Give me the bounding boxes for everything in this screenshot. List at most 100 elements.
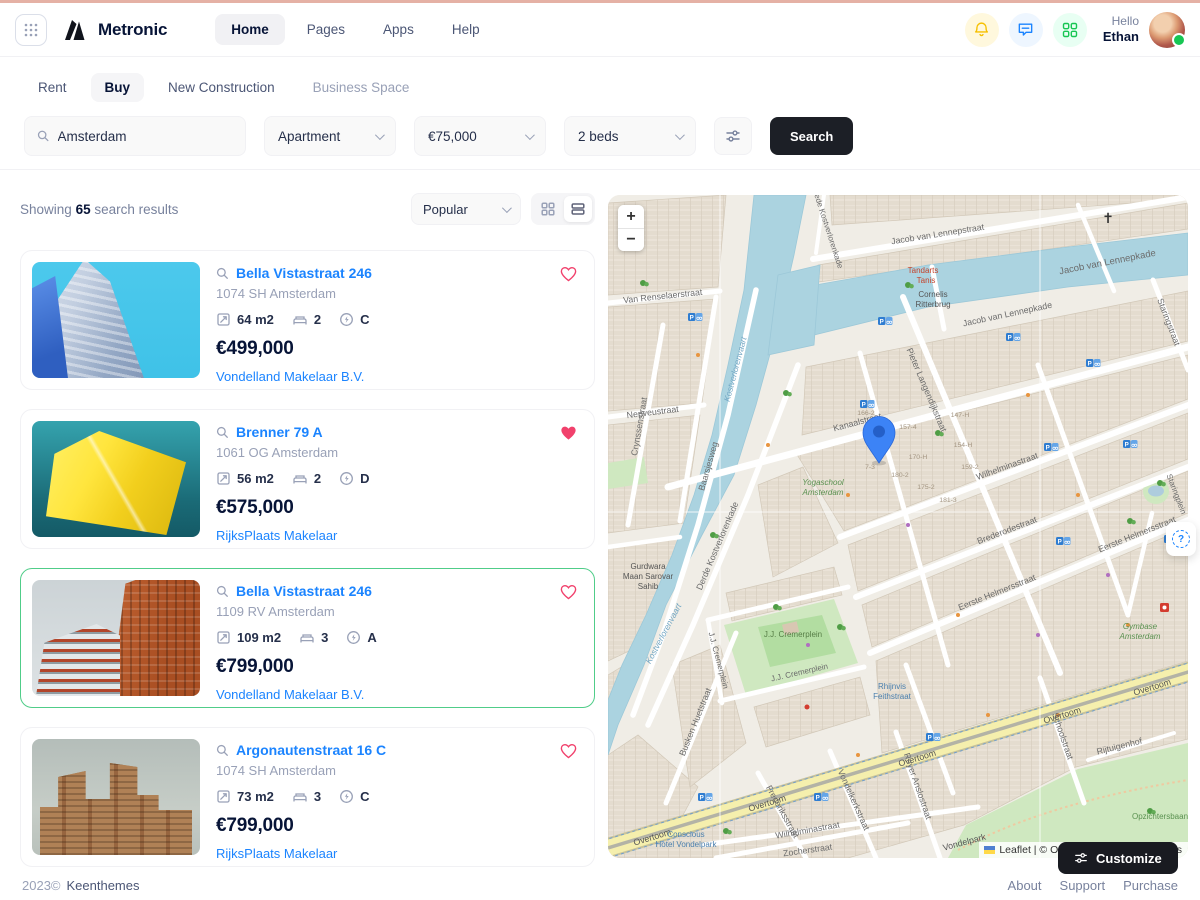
search-button[interactable]: Search [770, 117, 853, 155]
apps-grid-button[interactable] [15, 14, 47, 46]
favorite-button[interactable] [559, 583, 578, 606]
sliders-icon [1074, 851, 1088, 865]
property-card-body: Bella Vistastraat 246 1074 SH Amsterdam … [200, 262, 583, 378]
property-address: 1109 RV Amsterdam [216, 604, 583, 619]
heart-outline-icon [559, 583, 578, 601]
sort-value: Popular [423, 202, 468, 217]
property-title-link[interactable]: Bella Vistastraat 246 [236, 265, 372, 281]
footer-link-purchase[interactable]: Purchase [1123, 878, 1178, 893]
footer-company-link[interactable]: Keenthemes [67, 878, 140, 893]
footer-link-about[interactable]: About [1008, 878, 1042, 893]
area-value: 109 m2 [237, 630, 281, 645]
metronic-logo-icon [63, 18, 89, 42]
search-row: Apartment €75,000 2 beds Search [24, 116, 1176, 156]
property-address: 1074 SH Amsterdam [216, 286, 583, 301]
advanced-filters-button[interactable] [714, 117, 752, 155]
energy-meta: A [346, 630, 376, 645]
grid-view-button[interactable] [534, 196, 562, 222]
property-title-link[interactable]: Brenner 79 A [236, 424, 323, 440]
greeting: Hello Ethan [1103, 14, 1139, 45]
customize-button[interactable]: Customize [1058, 842, 1178, 874]
grid-view-icon [541, 202, 555, 216]
property-type-select[interactable]: Apartment [264, 116, 396, 156]
avatar[interactable] [1149, 12, 1185, 48]
property-card[interactable]: Brenner 79 A 1061 OG Amsterdam 56 m2 [20, 409, 595, 549]
agency-link[interactable]: Vondelland Makelaar B.V. [216, 369, 583, 384]
map-canvas: P [608, 195, 1188, 858]
filter-bar: Rent Buy New Construction Business Space… [0, 57, 1200, 170]
tab-buy[interactable]: Buy [91, 73, 145, 102]
zoom-out-button[interactable]: − [618, 228, 644, 251]
view-toggle [531, 193, 595, 225]
greeting-hello: Hello [1103, 14, 1139, 29]
property-photo[interactable] [32, 262, 200, 378]
beds-meta: 3 [299, 630, 328, 645]
nav-home[interactable]: Home [215, 14, 285, 45]
chevron-down-icon [675, 130, 685, 140]
house-number: 147-H [951, 412, 970, 419]
property-photo[interactable] [32, 739, 200, 855]
map-label: Maan Sarovar [623, 572, 674, 581]
footer: 2023© Keenthemes About Support Purchase [0, 872, 1200, 898]
beds-select[interactable]: 2 beds [564, 116, 696, 156]
house-number: 157-4 [899, 424, 917, 431]
price-select[interactable]: €75,000 [414, 116, 546, 156]
tab-business-space[interactable]: Business Space [299, 73, 424, 102]
showing-suffix: search results [94, 202, 178, 217]
property-card-selected[interactable]: Bella Vistastraat 246 1109 RV Amsterdam … [20, 568, 595, 708]
area-meta: 73 m2 [216, 789, 274, 804]
agency-link[interactable]: RijksPlaats Makelaar [216, 846, 583, 861]
property-title-link[interactable]: Argonautenstraat 16 C [236, 742, 386, 758]
tab-new-construction[interactable]: New Construction [154, 73, 289, 102]
nav-pages[interactable]: Pages [291, 14, 361, 45]
location-search-field[interactable] [24, 116, 246, 156]
property-price: €575,000 [216, 497, 583, 519]
notifications-button[interactable] [965, 13, 999, 47]
heart-outline-icon [559, 742, 578, 760]
bed-icon [299, 630, 315, 645]
page: Metronic Home Pages Apps Help [0, 0, 1200, 900]
agency-link[interactable]: Vondelland Makelaar B.V. [216, 687, 583, 702]
help-button[interactable]: ? [1166, 522, 1196, 556]
property-card[interactable]: Argonautenstraat 16 C 1074 SH Amsterdam … [20, 727, 595, 867]
bed-icon [292, 471, 308, 486]
logo[interactable]: Metronic [63, 18, 167, 42]
dots-grid-icon [23, 22, 39, 38]
zoom-to-icon [216, 744, 229, 757]
messages-button[interactable] [1009, 13, 1043, 47]
property-card[interactable]: Bella Vistastraat 246 1074 SH Amsterdam … [20, 250, 595, 390]
tab-rent[interactable]: Rent [24, 73, 81, 102]
results-count-text: Showing 65 search results [20, 202, 178, 217]
chevron-down-icon [375, 130, 385, 140]
help-icon: ? [1172, 530, 1190, 548]
header-actions: Hello Ethan [965, 12, 1185, 48]
property-address: 1074 SH Amsterdam [216, 763, 583, 778]
location-input[interactable] [58, 129, 233, 144]
map[interactable]: P [608, 195, 1188, 858]
property-meta: 56 m2 2 D [216, 471, 583, 486]
ukraine-flag-icon [984, 846, 995, 854]
showing-prefix: Showing [20, 202, 72, 217]
map-label: Conscious [667, 830, 704, 839]
property-title-link[interactable]: Bella Vistastraat 246 [236, 583, 372, 599]
map-label: Opzichtersbaan [1132, 812, 1188, 821]
price-value: €75,000 [428, 129, 477, 144]
sort-select[interactable]: Popular [411, 193, 521, 225]
nav-apps[interactable]: Apps [367, 14, 430, 45]
agency-link[interactable]: RijksPlaats Makelaar [216, 528, 583, 543]
property-photo[interactable] [32, 580, 200, 696]
favorite-button-active[interactable] [559, 424, 578, 447]
nav-help[interactable]: Help [436, 14, 496, 45]
favorite-button[interactable] [559, 265, 578, 288]
favorite-button[interactable] [559, 742, 578, 765]
quick-links-button[interactable] [1053, 13, 1087, 47]
zoom-in-button[interactable]: + [618, 205, 644, 228]
energy-icon [346, 630, 361, 645]
property-photo[interactable] [32, 421, 200, 537]
list-view-button[interactable] [564, 196, 592, 222]
map-label: Ritterbrug [915, 300, 950, 309]
property-card-body: Argonautenstraat 16 C 1074 SH Amsterdam … [200, 739, 583, 855]
footer-link-support[interactable]: Support [1060, 878, 1106, 893]
list-view-icon [571, 202, 585, 216]
results-controls: Popular [411, 193, 595, 225]
